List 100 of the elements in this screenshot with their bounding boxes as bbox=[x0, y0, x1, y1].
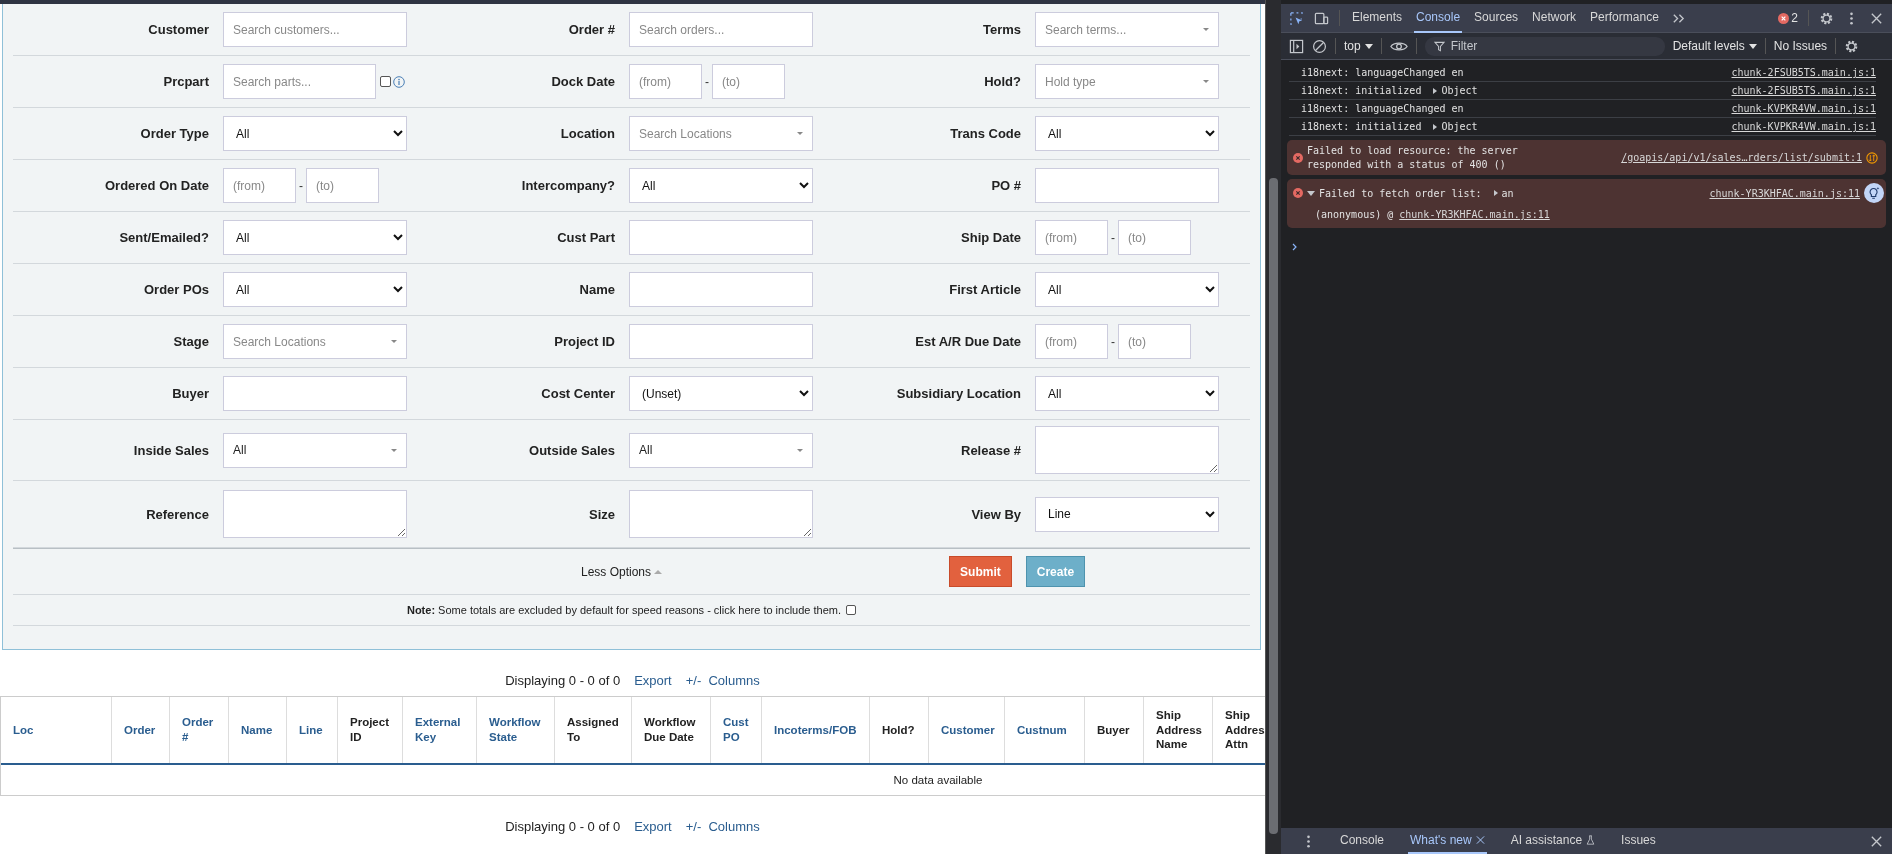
column-header[interactable]: External Key bbox=[403, 697, 477, 763]
filter-field[interactable]: Filter bbox=[1424, 36, 1665, 56]
caret-icon bbox=[391, 340, 397, 343]
text-field[interactable] bbox=[629, 272, 813, 307]
insights-button[interactable] bbox=[1864, 183, 1884, 203]
field-label: Terms bbox=[981, 22, 1022, 37]
text-field[interactable]: Search orders... bbox=[629, 12, 813, 47]
source-link[interactable]: chunk-KVPKR4VW.main.js:1 bbox=[1731, 103, 1876, 114]
column-header[interactable]: Loc bbox=[1, 697, 112, 763]
text-field[interactable] bbox=[1035, 168, 1219, 203]
issues-count[interactable]: No Issues bbox=[1773, 39, 1828, 53]
info-icon[interactable] bbox=[393, 75, 405, 88]
select-field[interactable]: (Unset) bbox=[629, 376, 813, 411]
field-label: Release # bbox=[960, 442, 1022, 458]
field-label: Reference bbox=[145, 506, 210, 522]
select-field[interactable]: All bbox=[629, 168, 813, 203]
source-link[interactable]: chunk-2FSUB5TS.main.js:1 bbox=[1731, 85, 1876, 96]
settings-icon[interactable] bbox=[1819, 10, 1834, 26]
date-field[interactable]: (from) bbox=[223, 168, 296, 203]
select-field[interactable]: All bbox=[223, 220, 407, 255]
text-field[interactable] bbox=[223, 376, 407, 411]
console-message: Failed to fetch order list: bbox=[1319, 187, 1482, 199]
scrollbar[interactable] bbox=[1265, 0, 1281, 854]
date-field[interactable]: (to) bbox=[1118, 220, 1191, 255]
checkbox[interactable] bbox=[846, 605, 857, 615]
sidebar-toggle-icon[interactable] bbox=[1289, 38, 1304, 54]
combo-field[interactable]: Search Locations bbox=[223, 324, 407, 359]
text-field[interactable] bbox=[629, 324, 813, 359]
date-field[interactable]: (from) bbox=[1035, 324, 1108, 359]
drawer-tab[interactable]: What's new bbox=[1408, 828, 1487, 854]
object-preview[interactable]: an bbox=[1493, 187, 1514, 199]
date-field[interactable]: (from) bbox=[629, 64, 702, 99]
network-request-icon[interactable] bbox=[1866, 151, 1878, 164]
expand-triangle-icon[interactable] bbox=[1307, 190, 1315, 196]
drawer-tab[interactable]: AI assistance bbox=[1508, 828, 1598, 854]
devtools-tab[interactable]: Performance bbox=[1588, 3, 1661, 33]
drawer-tab[interactable]: Issues bbox=[1619, 828, 1658, 854]
text-field[interactable]: Search customers... bbox=[223, 12, 407, 47]
date-field[interactable]: (to) bbox=[712, 64, 785, 99]
error-icon bbox=[1293, 152, 1303, 163]
drawer-tab[interactable]: Console bbox=[1338, 828, 1387, 854]
combo-field[interactable]: Search Locations bbox=[629, 116, 813, 151]
less-options-link[interactable]: Less Options bbox=[581, 564, 663, 579]
object-preview[interactable]: Object bbox=[1433, 121, 1478, 132]
devtools-tab[interactable]: Elements bbox=[1350, 3, 1405, 33]
column-header[interactable]: Custnum bbox=[1005, 697, 1085, 763]
devtools-tab[interactable]: Sources bbox=[1472, 3, 1521, 33]
date-field[interactable]: (to) bbox=[1118, 324, 1191, 359]
devtools-tab[interactable]: Network bbox=[1530, 3, 1579, 33]
export-link[interactable]: Export bbox=[634, 672, 672, 688]
prompt-icon[interactable] bbox=[1291, 242, 1299, 252]
column-header: Buyer bbox=[1085, 697, 1144, 763]
combo-field[interactable]: All bbox=[629, 432, 813, 468]
object-preview[interactable]: Object bbox=[1433, 85, 1478, 96]
caret-icon bbox=[391, 448, 397, 452]
column-header[interactable]: Order # bbox=[170, 697, 229, 763]
source-link[interactable]: /goapis/api/v1/sales…rders/list/submit:1 bbox=[1621, 152, 1862, 163]
source-link[interactable]: chunk-KVPKR4VW.main.js:1 bbox=[1731, 121, 1876, 132]
clear-console-icon[interactable] bbox=[1312, 38, 1327, 54]
column-header[interactable]: Workflow State bbox=[477, 697, 555, 763]
settings-icon[interactable] bbox=[1844, 38, 1860, 54]
columns-link[interactable]: +/- Columns bbox=[685, 672, 760, 688]
note-text[interactable]: Note: Some totals are excluded by default for speed reasons - click here to include them. bbox=[406, 604, 842, 616]
inspect-icon[interactable] bbox=[1289, 10, 1304, 26]
text-field[interactable]: Search parts... bbox=[223, 64, 376, 99]
levels-dropdown[interactable]: Default levels bbox=[1672, 39, 1757, 53]
combo-field[interactable]: Hold type bbox=[1035, 64, 1219, 99]
combo-field[interactable]: Search terms... bbox=[1035, 12, 1219, 47]
column-header[interactable]: Incoterms/FOB bbox=[762, 697, 870, 763]
console-message: Failed to load resource: the server responded with a status of 400 () bbox=[1307, 144, 1519, 171]
column-header[interactable]: Name bbox=[229, 697, 287, 763]
field-label: Order Type bbox=[139, 126, 210, 141]
close-icon[interactable] bbox=[1475, 835, 1485, 845]
context-dropdown[interactable]: top bbox=[1344, 39, 1373, 53]
device-toolbar-icon[interactable] bbox=[1314, 10, 1329, 26]
checkbox[interactable] bbox=[380, 76, 391, 87]
columns-link[interactable]: +/- Columns bbox=[685, 818, 760, 834]
column-header[interactable]: Line bbox=[287, 697, 338, 763]
select-field[interactable]: All bbox=[223, 272, 407, 307]
column-header[interactable]: Order bbox=[112, 697, 170, 763]
select-field[interactable]: All bbox=[1035, 116, 1219, 151]
field-label: Order POs bbox=[142, 282, 210, 297]
record-count: Displaying 0 - 0 of 0 bbox=[505, 672, 621, 688]
date-field[interactable]: (from) bbox=[1035, 220, 1108, 255]
export-link[interactable]: Export bbox=[634, 818, 672, 834]
select-field[interactable]: All bbox=[1035, 272, 1219, 307]
select-field[interactable]: All bbox=[1035, 376, 1219, 411]
date-field[interactable]: (to) bbox=[306, 168, 379, 203]
text-field[interactable] bbox=[629, 220, 813, 255]
caret-icon bbox=[1203, 80, 1209, 83]
select-field[interactable]: All bbox=[223, 116, 407, 151]
column-header[interactable]: Customer bbox=[929, 697, 1005, 763]
range-separator: - bbox=[1110, 334, 1116, 349]
select-field[interactable]: Line bbox=[1035, 496, 1219, 532]
source-link[interactable]: chunk-2FSUB5TS.main.js:1 bbox=[1731, 67, 1876, 78]
combo-field[interactable]: All bbox=[223, 432, 407, 468]
source-link[interactable]: chunk-YR3KHFAC.main.js:11 bbox=[1399, 209, 1550, 220]
column-header[interactable]: Cust PO bbox=[711, 697, 762, 763]
source-link[interactable]: chunk-YR3KHFAC.main.js:11 bbox=[1709, 187, 1860, 199]
error-icon bbox=[1293, 188, 1303, 198]
